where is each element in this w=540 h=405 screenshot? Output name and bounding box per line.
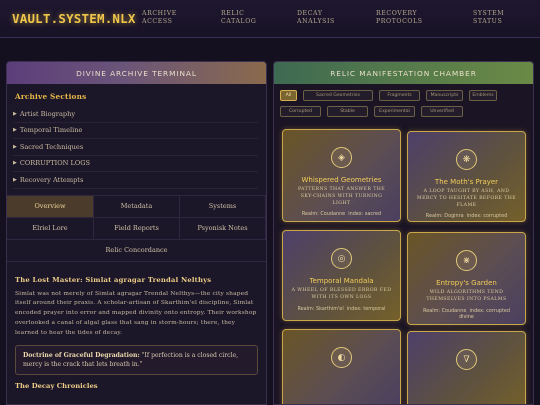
ring-icon: ◎ bbox=[331, 248, 352, 269]
nav-link-line2: Protocols bbox=[376, 18, 423, 25]
relic-card-title: The Moth's Prayer bbox=[434, 178, 499, 186]
relic-card-moths-prayer[interactable]: ❋ The Moth's Prayer A loop taught by ash… bbox=[407, 131, 526, 222]
half-moon-icon: ◐ bbox=[331, 347, 352, 368]
caret-right-icon: ▶ bbox=[13, 127, 17, 134]
nav-link-recovery-protocols[interactable]: Recovery Protocols bbox=[376, 10, 423, 26]
relic-card-realm: Realm: Doginra bbox=[425, 213, 464, 220]
caret-right-icon: ▶ bbox=[13, 160, 17, 167]
section-artist-biography[interactable]: ▶ Artist Biography bbox=[13, 106, 258, 123]
article-heading: The Lost Master: Simlat agragar Trendal … bbox=[15, 275, 212, 284]
filter-chip-stable[interactable]: Stable bbox=[327, 106, 368, 117]
nabla-icon: ∇ bbox=[456, 349, 477, 370]
section-temporal-timeline[interactable]: ▶ Temporal Timeline bbox=[13, 123, 258, 139]
section-recovery-attempts[interactable]: ▶ Recovery Attempts bbox=[13, 172, 258, 189]
nav-link-line2: Access bbox=[142, 18, 173, 25]
nav-link-archive-access[interactable]: Archive Access bbox=[142, 10, 177, 26]
nav-link-line1: Decay bbox=[297, 10, 323, 17]
section-sacred-techniques[interactable]: ▶ Sacred Techniques bbox=[13, 139, 258, 156]
relic-card-meta: Realm: Skarthim'el index: temporal bbox=[283, 306, 400, 313]
nav-link-line1: Relic bbox=[221, 10, 245, 17]
relic-card-index: index: corrupted bbox=[469, 307, 510, 314]
relic-card-meta: Realm: Doginra index: corrupted bbox=[408, 213, 525, 220]
nav-link-line1: Archive bbox=[142, 10, 177, 17]
nav-link-line1: Recovery bbox=[376, 10, 418, 17]
filter-chip-fragments[interactable]: Fragments bbox=[379, 90, 420, 101]
filter-chip-unverified[interactable]: Unverified bbox=[421, 106, 463, 117]
tab-overview[interactable]: Overview bbox=[7, 195, 94, 218]
relic-card-6[interactable]: ∇ bbox=[407, 331, 526, 404]
relic-card-meta: Realm: Coudanne index: sacred bbox=[283, 211, 400, 218]
relic-card-index: index: sacred bbox=[348, 211, 382, 218]
filter-chip-sacred-geometries[interactable]: Sacred Geometries bbox=[303, 90, 373, 101]
archive-tabs: Overview Metadata Systems Elriel Lore Fi… bbox=[7, 194, 266, 262]
nav-link-decay-analysis[interactable]: Decay Analysis bbox=[297, 10, 335, 26]
caret-right-icon: ▶ bbox=[13, 143, 17, 150]
relic-card-realm: Realm: Coudanne bbox=[301, 211, 346, 218]
nav-link-relic-catalog[interactable]: Relic Catalog bbox=[221, 10, 256, 26]
relic-card-realm: Realm: Coudanne bbox=[423, 307, 467, 314]
filter-chip-experimental[interactable]: Experimental bbox=[374, 106, 415, 117]
nav-link-line2: Status bbox=[473, 18, 503, 25]
tab-psyonisk-notes[interactable]: Psyonisk Notes bbox=[180, 217, 266, 240]
section-label: Recovery Attempts bbox=[19, 175, 84, 184]
archive-sections-list: ▶ Artist Biography ▶ Temporal Timeline ▶… bbox=[13, 106, 258, 189]
section-label: Sacred Techniques bbox=[19, 142, 84, 151]
relic-card-temporal-mandala[interactable]: ◎ Temporal Mandala A wheel of blessed er… bbox=[282, 230, 401, 321]
flower-icon: ❋ bbox=[456, 149, 477, 170]
panel-title: Divine Archive Terminal bbox=[7, 62, 266, 84]
filter-chip-emblems[interactable]: Emblems bbox=[469, 90, 497, 101]
panel-title: Relic Manifestation Chamber bbox=[274, 62, 533, 84]
sigil-icon: ⋇ bbox=[456, 250, 477, 271]
section-corruption-logs[interactable]: ▶ CORRUPTION LOGS bbox=[13, 156, 258, 172]
relic-card-extra: divine bbox=[459, 314, 474, 321]
top-navigation: VAULT.SYSTEM.NLX Archive Access Relic Ca… bbox=[0, 0, 540, 38]
section-label: Artist Biography bbox=[19, 109, 76, 118]
article-body: Simlat was not merely of Simlat agragar … bbox=[15, 290, 257, 336]
relic-card-description: Wild algorithms tend themselves into psa… bbox=[426, 290, 507, 302]
filter-chip-manuscripts[interactable]: Manuscripts bbox=[426, 90, 463, 101]
section-label: Temporal Timeline bbox=[19, 126, 83, 135]
relic-card-title: Whispered Geometries bbox=[301, 176, 382, 184]
filter-chip-corrupted[interactable]: Corrupted bbox=[280, 106, 321, 117]
relic-card-description: A wheel of blessed error fed with its ow… bbox=[291, 288, 392, 300]
diamond-icon: ◈ bbox=[331, 147, 352, 168]
relic-card-entropys-garden[interactable]: ⋇ Entropy's Garden Wild algorithms tend … bbox=[407, 232, 526, 325]
doctrine-callout: Doctrine of Graceful Degradation: "If pe… bbox=[15, 345, 258, 376]
archive-sections-title: Archive Sections bbox=[15, 92, 87, 101]
relic-card-meta: Realm: Coudanne index: corrupted divine bbox=[408, 308, 525, 321]
relic-card-whispered-geometries[interactable]: ◈ Whispered Geometries Patterns that ans… bbox=[282, 129, 401, 222]
caret-right-icon: ▶ bbox=[13, 176, 17, 183]
divine-archive-terminal-panel: Divine Archive Terminal Archive Sections… bbox=[6, 61, 267, 405]
decay-chronicles-heading: The Decay Chronicles bbox=[15, 382, 98, 391]
nav-link-line2: Catalog bbox=[221, 18, 257, 25]
nav-link-line2: Analysis bbox=[297, 18, 335, 25]
relic-manifestation-chamber-panel: Relic Manifestation Chamber All Sacred G… bbox=[273, 61, 534, 405]
caret-right-icon: ▶ bbox=[13, 110, 17, 117]
relic-card-description: Patterns that answer the sky-chains with… bbox=[297, 187, 386, 206]
tab-relic-concordance[interactable]: Relic Concordance bbox=[7, 240, 266, 262]
relic-card-title: Entropy's Garden bbox=[436, 279, 497, 287]
relic-card-title: Temporal Mandala bbox=[309, 277, 374, 285]
nav-link-system-status[interactable]: System Status bbox=[473, 10, 504, 26]
relic-card-5[interactable]: ◐ bbox=[282, 329, 401, 404]
tab-field-reports[interactable]: Field Reports bbox=[94, 217, 180, 240]
tab-systems[interactable]: Systems bbox=[180, 195, 266, 218]
site-logo[interactable]: VAULT.SYSTEM.NLX bbox=[12, 11, 136, 26]
relic-card-index: index: temporal bbox=[346, 305, 386, 312]
nav-link-line1: System bbox=[473, 10, 505, 17]
tab-elriel-lore[interactable]: Elriel Lore bbox=[7, 217, 94, 240]
section-label: CORRUPTION LOGS bbox=[19, 159, 91, 168]
doctrine-label: Doctrine of Graceful Degradation: bbox=[23, 352, 140, 360]
relic-card-index: index: corrupted bbox=[466, 213, 508, 220]
relic-card-realm: Realm: Skarthim'el bbox=[297, 305, 344, 312]
relic-card-description: A loop taught by ash, and mercy to hesit… bbox=[416, 189, 517, 208]
overview-article: The Lost Master: Simlat agragar Trendal … bbox=[7, 275, 266, 391]
filter-chip-all[interactable]: All bbox=[280, 90, 297, 101]
tab-metadata[interactable]: Metadata bbox=[94, 195, 180, 218]
